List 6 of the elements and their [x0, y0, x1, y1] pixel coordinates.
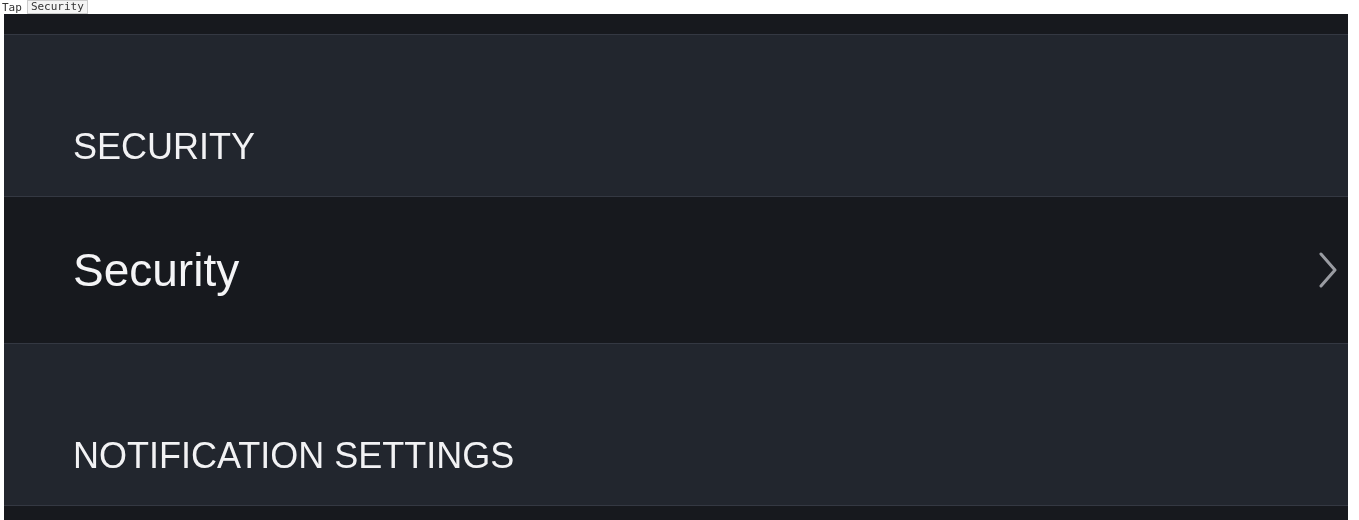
- chevron-right-icon: [1318, 252, 1338, 288]
- row-label: Security: [73, 243, 240, 297]
- caption-text: Tap: [2, 0, 22, 14]
- section-title: SECURITY: [72, 126, 256, 169]
- section-title: NOTIFICATION SETTINGS: [72, 435, 515, 478]
- code-snippet: Security: [26, 0, 88, 14]
